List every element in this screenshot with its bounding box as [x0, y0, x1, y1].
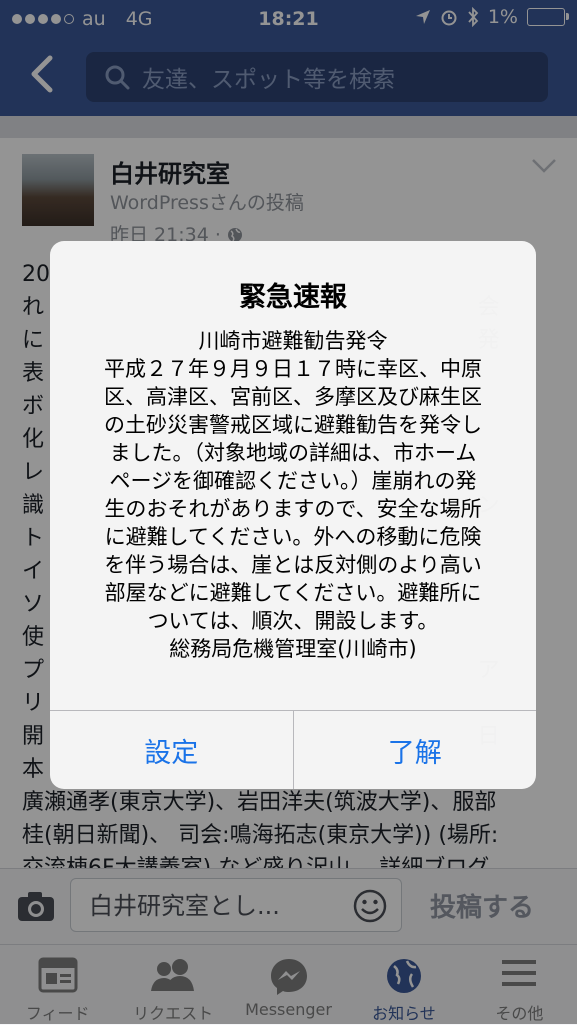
ok-button[interactable]: 了解: [292, 711, 537, 789]
emergency-alert-dialog: 緊急速報 川崎市避難勧告発令 平成２７年９月９日１７時に幸区、中原 区、高津区、…: [50, 241, 536, 789]
settings-button[interactable]: 設定: [50, 711, 293, 789]
alert-buttons: 設定 了解: [50, 710, 536, 789]
alert-title: 緊急速報: [239, 282, 347, 313]
alert-message: 川崎市避難勧告発令 平成２７年９月９日１７時に幸区、中原 区、高津区、宮前区、多…: [104, 329, 482, 661]
